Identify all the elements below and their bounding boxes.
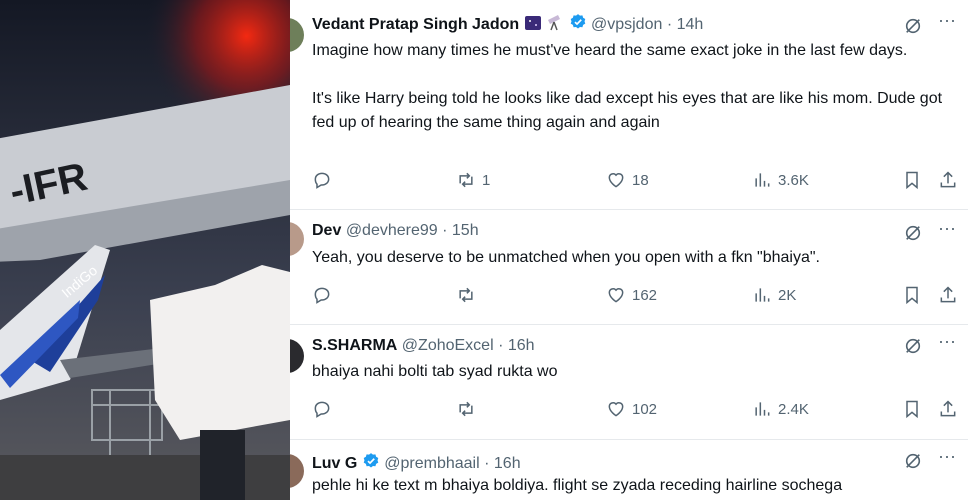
share-icon[interactable] [938, 170, 958, 190]
repost-icon [459, 172, 473, 188]
action-bar: 162 2K [312, 285, 962, 307]
author-name[interactable]: Vedant Pratap Singh Jadon [312, 16, 519, 33]
separator-dot: · [498, 337, 504, 354]
views-button[interactable]: 2.4K [752, 399, 809, 419]
reply-button[interactable] [312, 285, 338, 305]
more-options-icon[interactable]: ··· [938, 446, 956, 467]
avatar[interactable] [290, 18, 304, 52]
grok-icon[interactable] [904, 337, 922, 355]
separator-dot: · [442, 222, 448, 239]
views-count: 3.6K [778, 171, 809, 189]
tweet-text: bhaiya nahi bolti tab syad rukta wo [312, 360, 952, 384]
grok-icon[interactable] [904, 452, 922, 470]
verified-badge-icon [570, 14, 585, 29]
views-button[interactable]: 3.6K [752, 170, 809, 190]
galaxy-emoji-icon [524, 16, 541, 30]
reply-button[interactable] [312, 170, 338, 190]
tweet-header: Luv G @prembhaail · 16h [312, 452, 521, 473]
like-button[interactable]: 102 [606, 399, 657, 419]
repost-count: 1 [482, 171, 491, 189]
more-options-icon[interactable]: ··· [938, 10, 956, 31]
verified-badge-icon [363, 453, 379, 468]
avatar[interactable] [290, 339, 304, 373]
tweet-header: S.SHARMA @ZohoExcel · 16h [312, 337, 535, 355]
reply-feed: Vedant Pratap Singh Jadon @vpsjdon · 14h… [290, 0, 968, 500]
tweet[interactable]: Luv G @prembhaail · 16h ··· pehle hi ke … [290, 440, 968, 500]
author-name[interactable]: Luv G [312, 455, 357, 472]
tweet[interactable]: Vedant Pratap Singh Jadon @vpsjdon · 14h… [290, 0, 968, 210]
bookmark-icon[interactable] [902, 285, 922, 305]
action-bar: 102 2.4K [312, 399, 962, 421]
grok-icon[interactable] [904, 224, 922, 242]
tweet-header: Vedant Pratap Singh Jadon @vpsjdon · 14h [312, 13, 703, 34]
repost-icon [459, 287, 473, 303]
views-icon [755, 173, 770, 187]
like-button[interactable]: 18 [606, 170, 649, 190]
grok-icon[interactable] [904, 17, 922, 35]
tweet-paragraph: Imagine how many times he must've heard … [312, 42, 908, 59]
tweet-paragraph: bhaiya nahi bolti tab syad rukta wo [312, 363, 558, 380]
timestamp[interactable]: 15h [452, 222, 479, 239]
share-icon[interactable] [938, 285, 958, 305]
repost-button[interactable] [456, 399, 482, 419]
separator-dot: · [666, 16, 673, 33]
views-icon [755, 402, 770, 416]
tweet[interactable]: S.SHARMA @ZohoExcel · 16h ··· bhaiya nah… [290, 325, 968, 440]
like-count: 162 [632, 286, 658, 304]
timestamp[interactable]: 16h [494, 455, 521, 472]
author-name[interactable]: S.SHARMA [312, 337, 397, 354]
like-icon [608, 173, 624, 188]
tweet-paragraph: pehle hi ke text m bhaiya boldiya. fligh… [312, 477, 843, 494]
like-count: 18 [632, 171, 649, 189]
author-handle[interactable]: @ZohoExcel [402, 337, 494, 354]
tweet-text: Imagine how many times he must've heard … [312, 39, 952, 135]
author-handle[interactable]: @prembhaail [384, 455, 479, 472]
reply-icon [314, 172, 330, 189]
airport-photo: -IFR IndiGo [0, 0, 290, 500]
like-icon [608, 288, 624, 303]
views-count: 2.4K [778, 400, 809, 418]
timestamp[interactable]: 14h [677, 16, 704, 33]
tweet-paragraph: Yeah, you deserve to be unmatched when y… [312, 249, 820, 266]
telescope-emoji-icon [548, 15, 561, 31]
like-count: 102 [632, 400, 658, 418]
reply-button[interactable] [312, 399, 338, 419]
views-count: 2K [778, 286, 797, 304]
repost-icon [459, 401, 473, 417]
tweet-text: pehle hi ke text m bhaiya boldiya. fligh… [312, 474, 952, 498]
tweet[interactable]: Dev @devhere99 · 15h ··· Yeah, you deser… [290, 210, 968, 325]
bookmark-icon[interactable] [902, 399, 922, 419]
action-bar: 1 18 3.6K [312, 170, 962, 192]
repost-button[interactable] [456, 285, 482, 305]
reply-icon [314, 401, 330, 418]
timestamp[interactable]: 16h [508, 337, 535, 354]
bookmark-icon[interactable] [902, 170, 922, 190]
views-icon [755, 288, 770, 302]
views-button[interactable]: 2K [752, 285, 796, 305]
share-icon[interactable] [938, 399, 958, 419]
reply-icon [314, 287, 330, 304]
tweet-header: Dev @devhere99 · 15h [312, 222, 479, 240]
author-handle[interactable]: @devhere99 [346, 222, 438, 239]
photo-panel: -IFR IndiGo [0, 0, 290, 500]
tweet-text: Yeah, you deserve to be unmatched when y… [312, 246, 952, 270]
avatar[interactable] [290, 222, 304, 256]
separator-dot: · [484, 455, 490, 472]
like-button[interactable]: 162 [606, 285, 657, 305]
tweet-paragraph: It's like Harry being told he looks like… [312, 90, 943, 131]
more-options-icon[interactable]: ··· [938, 331, 956, 352]
author-handle[interactable]: @vpsjdon [591, 16, 662, 33]
like-icon [608, 402, 624, 417]
more-options-icon[interactable]: ··· [938, 218, 956, 239]
avatar[interactable] [290, 454, 304, 488]
author-name[interactable]: Dev [312, 222, 341, 239]
repost-button[interactable]: 1 [456, 170, 490, 190]
